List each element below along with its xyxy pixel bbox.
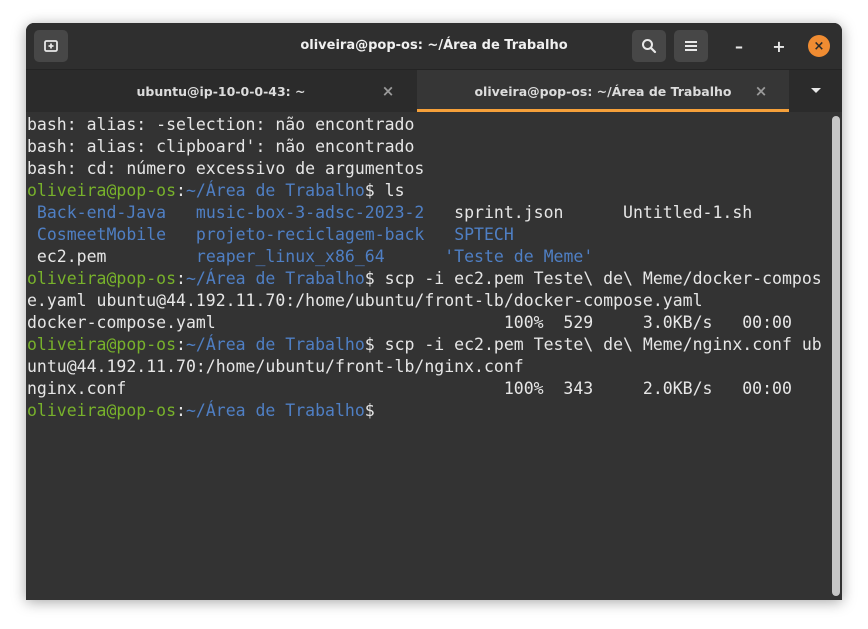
ls-entry-dir: 'Teste de Meme' [444,247,594,266]
close-icon: × [813,38,825,54]
prompt-separator: : [176,401,186,420]
tab-ubuntu[interactable]: ubuntu@ip-10-0-0-43: ~ × [26,70,416,112]
tab-pop-os[interactable]: oliveira@pop-os: ~/Área de Trabalho × [417,70,789,112]
output-line: docker-compose.yaml 100% 529 3.0KB/s 00:… [27,313,792,332]
new-tab-button[interactable] [34,30,68,62]
ls-entry-dir: music-box-3-adsc-2023-2 [195,203,425,222]
prompt-user: oliveira@pop-os [27,181,177,200]
command-continuation: untu@44.192.11.70:/home/ubuntu/front-lb/… [27,357,524,376]
minimize-button[interactable]: – [728,35,750,57]
command-line: oliveira@pop-os:~/Área de Trabalho$ scp … [27,268,822,290]
command-line: oliveira@pop-os:~/Área de Trabalho$ ls [27,180,822,202]
close-button[interactable]: × [808,35,830,57]
ls-entry-dir: SPTECH [454,225,514,244]
prompt-separator: : [176,181,186,200]
ls-spacer [385,247,445,266]
command-line: oliveira@pop-os:~/Área de Trabalho$ [27,400,822,422]
command-text: scp -i ec2.pem Teste\ de\ Meme/nginx.con… [374,335,822,354]
maximize-button[interactable]: + [768,35,790,57]
output-line: bash: alias: clipboard': não encontrado [27,137,415,156]
terminal-area[interactable]: bash: alias: -selection: não encontrado b… [26,112,842,600]
ls-entry-dir: projeto-reciclagem-back [195,225,425,244]
tab-close-icon[interactable]: × [753,83,769,99]
command-line: oliveira@pop-os:~/Área de Trabalho$ scp … [27,334,822,356]
command-continuation: e.yaml ubuntu@44.192.11.70:/home/ubuntu/… [27,291,703,310]
prompt-path: ~/Área de Trabalho [185,335,365,354]
prompt-path: ~/Área de Trabalho [185,181,365,200]
scrollbar[interactable] [832,116,840,596]
prompt-symbol: $ [364,269,375,288]
tab-label: ubuntu@ip-10-0-0-43: ~ [136,83,306,99]
chevron-down-icon [811,88,821,93]
hamburger-menu-icon [685,41,697,51]
prompt-symbol: $ [364,181,375,200]
ls-entry-dir: CosmeetMobile [27,225,196,244]
search-icon [642,39,657,54]
tab-list-dropdown[interactable] [790,70,842,112]
ls-entry-file: sprint.json Untitled-1.sh [424,203,753,222]
output-line: nginx.conf 100% 343 2.0KB/s 00:00 [27,379,792,398]
prompt-user: oliveira@pop-os [27,269,177,288]
minimize-icon: – [735,36,743,56]
menu-button[interactable] [674,30,708,62]
header-bar: oliveira@pop-os: ~/Área de Trabalho – + … [26,23,842,69]
new-tab-icon [44,40,58,52]
terminal-window: oliveira@pop-os: ~/Área de Trabalho – + … [26,23,842,600]
ls-row: Back-end-Java music-box-3-adsc-2023-2 sp… [27,202,822,224]
ls-entry-dir: reaper_linux_x86_64 [195,247,385,266]
prompt-user: oliveira@pop-os [27,401,177,420]
terminal-output: bash: alias: -selection: não encontrado b… [27,114,822,422]
tab-label: oliveira@pop-os: ~/Área de Trabalho [474,83,732,99]
maximize-icon: + [772,36,786,56]
search-button[interactable] [632,30,666,62]
ls-entry-file: ec2.pem [27,247,196,266]
prompt-path: ~/Área de Trabalho [185,269,365,288]
window-title: oliveira@pop-os: ~/Área de Trabalho [300,38,568,53]
ls-row: ec2.pem reaper_linux_x86_64 'Teste de Me… [27,246,822,268]
prompt-symbol: $ [364,401,375,420]
output-line: bash: cd: número excessivo de argumentos [27,159,425,178]
prompt-user: oliveira@pop-os [27,335,177,354]
prompt-symbol: $ [364,335,375,354]
tab-bar: ubuntu@ip-10-0-0-43: ~ × oliveira@pop-os… [26,69,842,112]
prompt-separator: : [176,335,186,354]
ls-entry-dir: Back-end-Java [27,203,196,222]
prompt-path: ~/Área de Trabalho [185,401,365,420]
command-text: ls [374,181,405,200]
ls-row: CosmeetMobile projeto-reciclagem-back SP… [27,224,822,246]
ls-spacer [424,225,454,244]
command-text: scp -i ec2.pem Teste\ de\ Meme/docker-co… [374,269,822,288]
prompt-separator: : [176,269,186,288]
tab-close-icon[interactable]: × [380,83,396,99]
output-line: bash: alias: -selection: não encontrado [27,115,415,134]
